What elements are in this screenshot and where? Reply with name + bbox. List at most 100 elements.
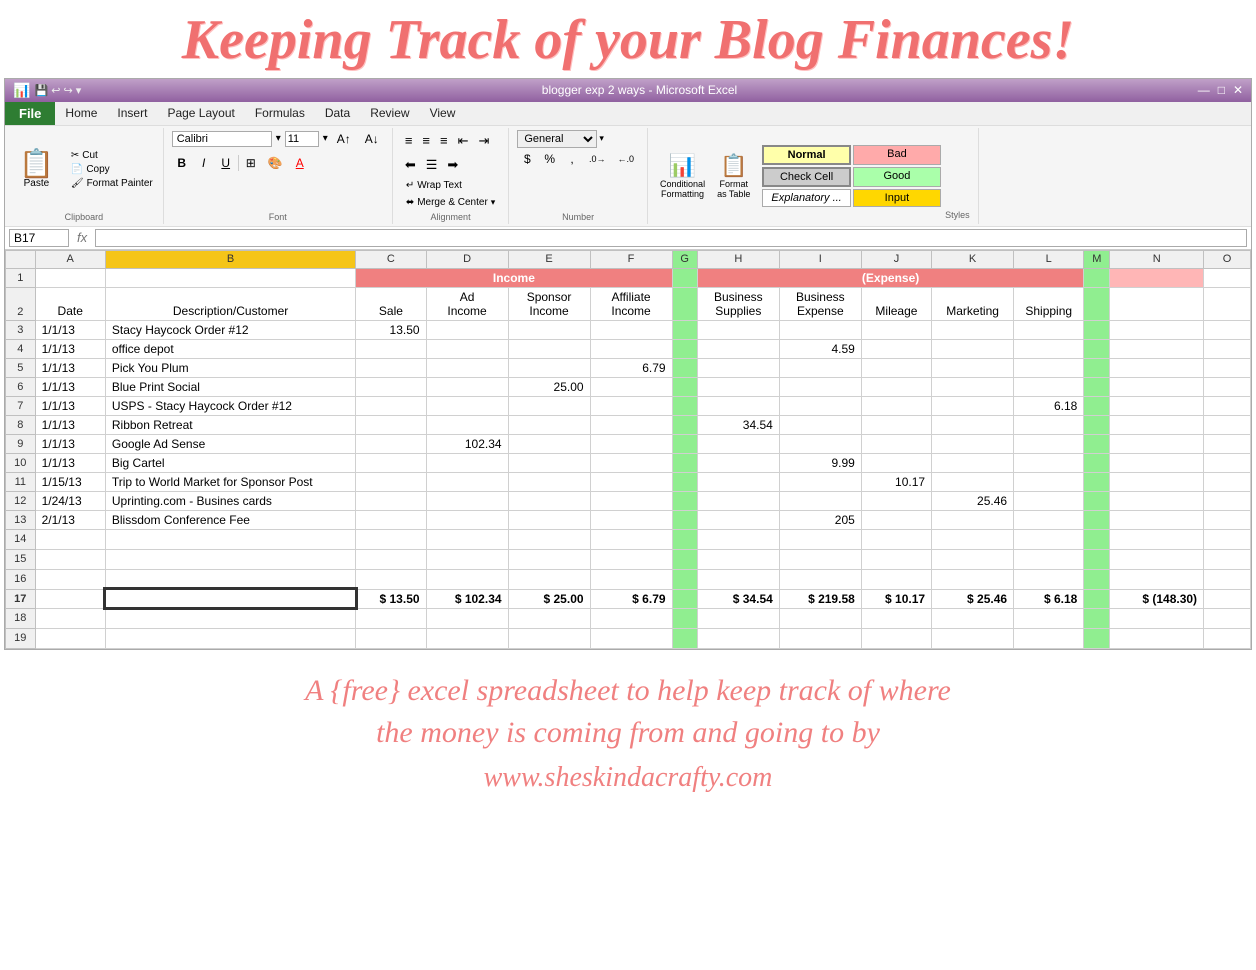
r12-c[interactable] xyxy=(356,491,426,510)
r12-h[interactable] xyxy=(697,491,779,510)
r13-b[interactable]: Blissdom Conference Fee xyxy=(105,510,355,529)
format-as-table-button[interactable]: 📋 Format as Table xyxy=(713,151,754,201)
r2-h[interactable]: BusinessSupplies xyxy=(697,287,779,320)
r2-j[interactable]: Mileage xyxy=(861,287,931,320)
r17-k[interactable]: $ 25.46 xyxy=(932,589,1014,608)
menu-data[interactable]: Data xyxy=(315,102,360,124)
r14-b[interactable] xyxy=(105,529,355,549)
r3-k[interactable] xyxy=(932,320,1014,339)
r17-c[interactable]: $ 13.50 xyxy=(356,589,426,608)
r6-i[interactable] xyxy=(779,377,861,396)
r15-h[interactable] xyxy=(697,549,779,569)
r17-e[interactable]: $ 25.00 xyxy=(508,589,590,608)
col-i-header[interactable]: I xyxy=(779,250,861,268)
r11-f[interactable] xyxy=(590,472,672,491)
r10-c[interactable] xyxy=(356,453,426,472)
r6-c[interactable] xyxy=(356,377,426,396)
row-14-header[interactable]: 14 xyxy=(6,529,36,549)
r2-c[interactable]: Sale xyxy=(356,287,426,320)
row-13-header[interactable]: 13 xyxy=(6,510,36,529)
r8-h[interactable]: 34.54 xyxy=(697,415,779,434)
r7-l[interactable]: 6.18 xyxy=(1014,396,1084,415)
r15-b[interactable] xyxy=(105,549,355,569)
file-tab[interactable]: File xyxy=(5,102,55,125)
r14-a[interactable] xyxy=(35,529,105,549)
r6-n[interactable] xyxy=(1110,377,1204,396)
underline-button[interactable]: U xyxy=(216,154,236,172)
r1-a[interactable] xyxy=(35,268,105,287)
r4-n[interactable] xyxy=(1110,339,1204,358)
conditional-formatting-button[interactable]: 📊 Conditional Formatting xyxy=(656,151,709,201)
r6-d[interactable] xyxy=(426,377,508,396)
r15-j[interactable] xyxy=(861,549,931,569)
r14-l[interactable] xyxy=(1014,529,1084,549)
r8-f[interactable] xyxy=(590,415,672,434)
r4-j[interactable] xyxy=(861,339,931,358)
row-12-header[interactable]: 12 xyxy=(6,491,36,510)
r2-a[interactable]: Date xyxy=(35,287,105,320)
r18-j[interactable] xyxy=(861,608,931,628)
col-m-header[interactable]: M xyxy=(1084,250,1110,268)
r10-i[interactable]: 9.99 xyxy=(779,453,861,472)
comma-button[interactable]: , xyxy=(562,150,582,168)
r4-b[interactable]: office depot xyxy=(105,339,355,358)
indent-increase-button[interactable]: ⇥ xyxy=(475,130,494,152)
font-name-selector[interactable] xyxy=(172,131,272,147)
r19-l[interactable] xyxy=(1014,628,1084,648)
r11-n[interactable] xyxy=(1110,472,1204,491)
col-d-header[interactable]: D xyxy=(426,250,508,268)
r10-h[interactable] xyxy=(697,453,779,472)
number-format-dropdown-icon[interactable]: ▾ xyxy=(599,133,604,144)
r13-e[interactable] xyxy=(508,510,590,529)
r13-a[interactable]: 2/1/13 xyxy=(35,510,105,529)
r6-f[interactable] xyxy=(590,377,672,396)
italic-button[interactable]: I xyxy=(194,154,214,172)
r16-i[interactable] xyxy=(779,569,861,589)
r10-f[interactable] xyxy=(590,453,672,472)
font-size-selector[interactable] xyxy=(285,131,319,147)
align-top-right-button[interactable]: ≡ xyxy=(436,130,452,152)
row-8-header[interactable]: 8 xyxy=(6,415,36,434)
col-g-header[interactable]: G xyxy=(672,250,697,268)
r5-a[interactable]: 1/1/13 xyxy=(35,358,105,377)
style-input-box[interactable]: Input xyxy=(853,189,941,207)
r7-j[interactable] xyxy=(861,396,931,415)
r15-o[interactable] xyxy=(1204,549,1251,569)
border-button[interactable]: ⊞ xyxy=(241,154,261,172)
r17-j[interactable]: $ 10.17 xyxy=(861,589,931,608)
r6-k[interactable] xyxy=(932,377,1014,396)
number-format-selector[interactable]: General xyxy=(517,130,597,148)
align-top-center-button[interactable]: ≡ xyxy=(418,130,434,152)
col-b-header[interactable]: B xyxy=(105,250,355,268)
r13-o[interactable] xyxy=(1204,510,1251,529)
r17-i[interactable]: $ 219.58 xyxy=(779,589,861,608)
r18-d[interactable] xyxy=(426,608,508,628)
r19-f[interactable] xyxy=(590,628,672,648)
r14-f[interactable] xyxy=(590,529,672,549)
row-7-header[interactable]: 7 xyxy=(6,396,36,415)
menu-page-layout[interactable]: Page Layout xyxy=(157,102,244,124)
font-shrink-button[interactable]: A↓ xyxy=(360,130,384,148)
r12-l[interactable] xyxy=(1014,491,1084,510)
copy-button[interactable]: 📄 Copy xyxy=(69,163,155,176)
r17-h[interactable]: $ 34.54 xyxy=(697,589,779,608)
r18-b[interactable] xyxy=(105,608,355,628)
r6-o[interactable] xyxy=(1204,377,1251,396)
r9-k[interactable] xyxy=(932,434,1014,453)
r19-o[interactable] xyxy=(1204,628,1251,648)
r16-l[interactable] xyxy=(1014,569,1084,589)
col-h-header[interactable]: H xyxy=(697,250,779,268)
r16-k[interactable] xyxy=(932,569,1014,589)
font-name-dropdown-icon[interactable]: ▾ xyxy=(276,133,281,144)
r11-h[interactable] xyxy=(697,472,779,491)
r18-o[interactable] xyxy=(1204,608,1251,628)
format-painter-button[interactable]: 🖌 Format Painter xyxy=(69,177,155,190)
r8-e[interactable] xyxy=(508,415,590,434)
r9-f[interactable] xyxy=(590,434,672,453)
r3-a[interactable]: 1/1/13 xyxy=(35,320,105,339)
r16-h[interactable] xyxy=(697,569,779,589)
r5-l[interactable] xyxy=(1014,358,1084,377)
r6-e[interactable]: 25.00 xyxy=(508,377,590,396)
r12-a[interactable]: 1/24/13 xyxy=(35,491,105,510)
menu-home[interactable]: Home xyxy=(55,102,107,124)
